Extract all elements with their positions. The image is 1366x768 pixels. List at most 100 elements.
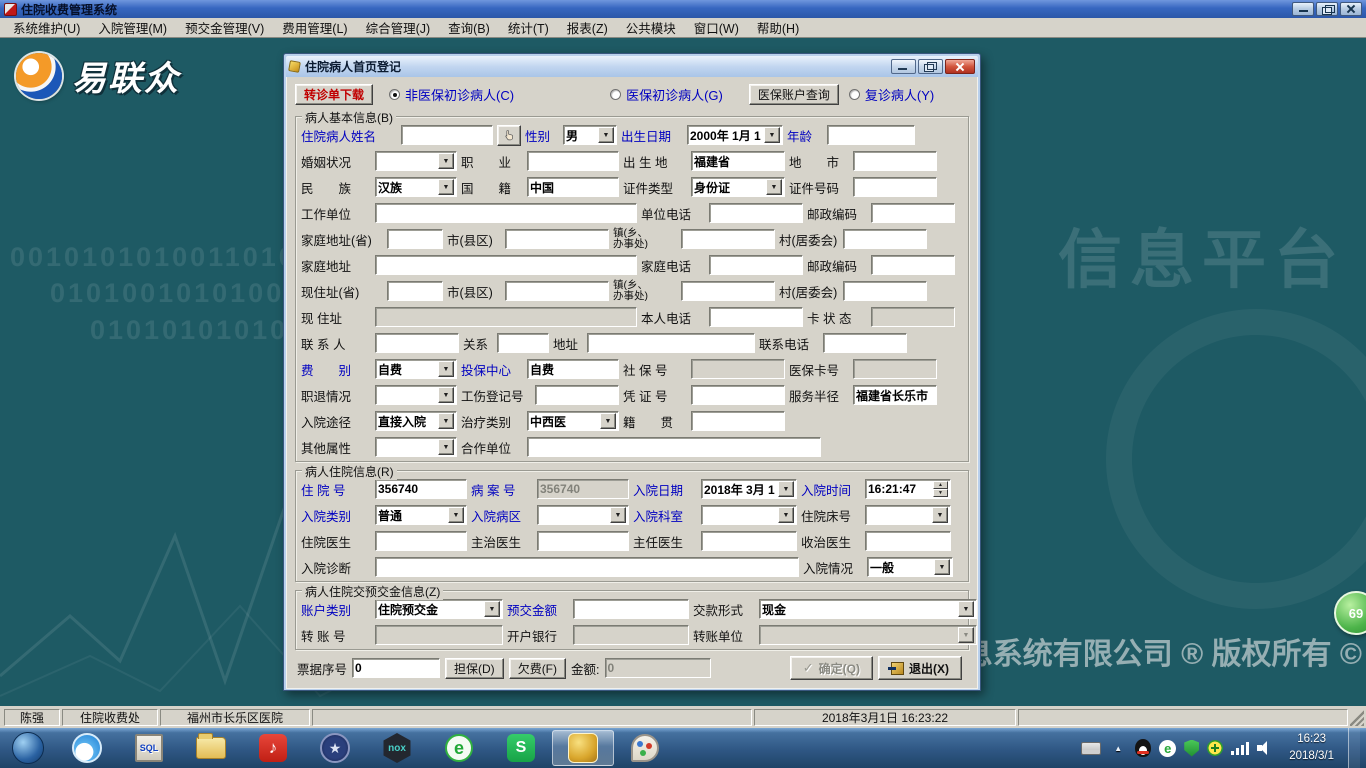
ward-select[interactable]: ▼ — [537, 505, 629, 525]
s-app-icon[interactable]: S — [490, 728, 552, 768]
payment-method-select[interactable]: 现金 ▼ — [759, 599, 977, 619]
menu-comprehensive-management[interactable]: 综合管理(J) — [357, 16, 440, 39]
paint-tool-icon[interactable] — [614, 728, 676, 768]
contact-address-input[interactable] — [587, 333, 755, 353]
id-type-select[interactable]: 身份证 ▼ — [691, 177, 785, 197]
restore-button[interactable] — [1316, 2, 1338, 16]
guarantee-button[interactable]: 担保(D) — [445, 657, 504, 679]
patient-name-input[interactable] — [401, 125, 493, 145]
network-signal-icon[interactable] — [1231, 741, 1250, 755]
nationality-input[interactable]: 中国 — [527, 177, 619, 197]
account-type-select[interactable]: 住院预交金 ▼ — [375, 599, 503, 619]
attending-doctor-input[interactable] — [537, 531, 629, 551]
current-province-input[interactable] — [387, 281, 443, 301]
menu-admission-management[interactable]: 入院管理(M) — [89, 16, 176, 39]
ethnicity-select[interactable]: 汉族 ▼ — [375, 177, 457, 197]
personal-phone-input[interactable] — [709, 307, 803, 327]
employment-status-select[interactable]: ▼ — [375, 385, 457, 405]
voucher-no-input[interactable] — [691, 385, 785, 405]
menu-window[interactable]: 窗口(W) — [685, 16, 748, 39]
treatment-type-select[interactable]: 中西医 ▼ — [527, 411, 619, 431]
bed-no-select[interactable]: ▼ — [865, 505, 951, 525]
dialog-close-button[interactable] — [945, 59, 975, 74]
current-village-input[interactable] — [843, 281, 927, 301]
postal-code-input[interactable] — [871, 203, 955, 223]
keyboard-icon[interactable] — [1081, 741, 1102, 755]
other-attribute-select[interactable]: ▼ — [375, 437, 457, 457]
contact-phone-input[interactable] — [823, 333, 907, 353]
browser-e-icon[interactable]: e — [428, 728, 490, 768]
home-province-input[interactable] — [387, 229, 443, 249]
age-input[interactable] — [827, 125, 915, 145]
employer-phone-input[interactable] — [709, 203, 803, 223]
admission-type-select[interactable]: 普通 ▼ — [375, 505, 467, 525]
nox-emulator-icon[interactable]: nox — [366, 728, 428, 768]
service-radius-input[interactable]: 福建省长乐市 — [853, 385, 937, 405]
home-phone-input[interactable] — [709, 255, 803, 275]
menu-system-maintenance[interactable]: 系统维护(U) — [4, 16, 89, 39]
admission-date-select[interactable]: 2018年 3月 1 ▼ — [701, 479, 797, 499]
taskbar-clock[interactable]: 16:23 2018/3/1 — [1283, 731, 1340, 764]
minimize-button[interactable] — [1292, 2, 1314, 16]
admission-condition-select[interactable]: 一般 ▼ — [867, 557, 953, 577]
name-lookup-button[interactable] — [497, 124, 521, 146]
confirm-button[interactable]: ✓ 确定(Q) — [789, 656, 873, 680]
menu-reports[interactable]: 报表(Z) — [558, 16, 617, 39]
netease-music-icon[interactable]: ♪ — [242, 728, 304, 768]
admitting-doctor-input[interactable] — [865, 531, 951, 551]
exit-button[interactable]: 退出(X) — [878, 656, 962, 680]
partner-unit-input[interactable] — [527, 437, 821, 457]
admission-time-spinner[interactable]: 16:21:47 ▲ ▼ — [865, 479, 951, 499]
menu-statistics[interactable]: 统计(T) — [499, 16, 558, 39]
hospital-app-icon[interactable] — [552, 730, 614, 766]
menu-deposit-management[interactable]: 预交金管理(V) — [176, 16, 273, 39]
qq-icon[interactable] — [1135, 739, 1152, 757]
sql-tool-icon[interactable]: SQL — [118, 728, 180, 768]
birthplace-input[interactable]: 福建省 — [691, 151, 785, 171]
menu-help[interactable]: 帮助(H) — [748, 16, 808, 39]
arrears-button[interactable]: 欠费(F) — [508, 657, 567, 679]
fee-type-select[interactable]: 自费 ▼ — [375, 359, 457, 379]
radio-non-insurance-first-visit[interactable]: 非医保初诊病人(C) — [389, 85, 514, 104]
admission-route-select[interactable]: 直接入院 ▼ — [375, 411, 457, 431]
spinner-buttons[interactable]: ▲ ▼ — [933, 481, 948, 497]
referral-download-button[interactable]: 转诊单下载 — [295, 84, 374, 105]
gender-select[interactable]: 男 ▼ — [563, 125, 617, 145]
home-town-input[interactable] — [681, 229, 775, 249]
home-village-input[interactable] — [843, 229, 927, 249]
volume-icon[interactable] — [1257, 740, 1275, 756]
file-explorer-icon[interactable] — [180, 728, 242, 768]
browser-360-icon[interactable]: e — [1159, 739, 1177, 757]
insurance-account-query-button[interactable]: 医保账户查询 — [748, 84, 839, 105]
dialog-maximize-button[interactable] — [918, 59, 943, 74]
admission-no-input[interactable]: 356740 — [375, 479, 467, 499]
contact-name-input[interactable] — [375, 333, 459, 353]
radio-insurance-first-visit[interactable]: 医保初诊病人(G) — [610, 85, 723, 104]
chief-doctor-input[interactable] — [701, 531, 797, 551]
tray-expand-icon[interactable]: ▲ — [1109, 739, 1127, 757]
security-shield-icon[interactable] — [1184, 739, 1200, 757]
home-postal-input[interactable] — [871, 255, 955, 275]
home-address-input[interactable] — [375, 255, 637, 275]
money-plus-icon[interactable] — [1207, 740, 1224, 756]
city-input[interactable] — [853, 151, 937, 171]
marital-status-select[interactable]: ▼ — [375, 151, 457, 171]
dialog-minimize-button[interactable] — [891, 59, 916, 74]
radio-return-visit[interactable]: 复诊病人(Y) — [848, 85, 934, 104]
employer-input[interactable] — [375, 203, 637, 223]
injury-registry-input[interactable] — [535, 385, 619, 405]
id-number-input[interactable] — [853, 177, 937, 197]
birthdate-select[interactable]: 2000年 1月 1 ▼ — [687, 125, 783, 145]
menu-query[interactable]: 查询(B) — [439, 16, 499, 39]
menu-fee-management[interactable]: 费用管理(L) — [273, 16, 356, 39]
compass-app-icon[interactable]: ★ — [304, 728, 366, 768]
current-district-input[interactable] — [505, 281, 609, 301]
deposit-amount-input[interactable] — [573, 599, 689, 619]
start-button[interactable] — [0, 728, 56, 768]
show-desktop-button[interactable] — [1348, 728, 1360, 768]
close-button[interactable] — [1340, 2, 1362, 16]
department-select[interactable]: ▼ — [701, 505, 797, 525]
current-town-input[interactable] — [681, 281, 775, 301]
occupation-input[interactable] — [527, 151, 619, 171]
contact-relation-input[interactable] — [497, 333, 549, 353]
